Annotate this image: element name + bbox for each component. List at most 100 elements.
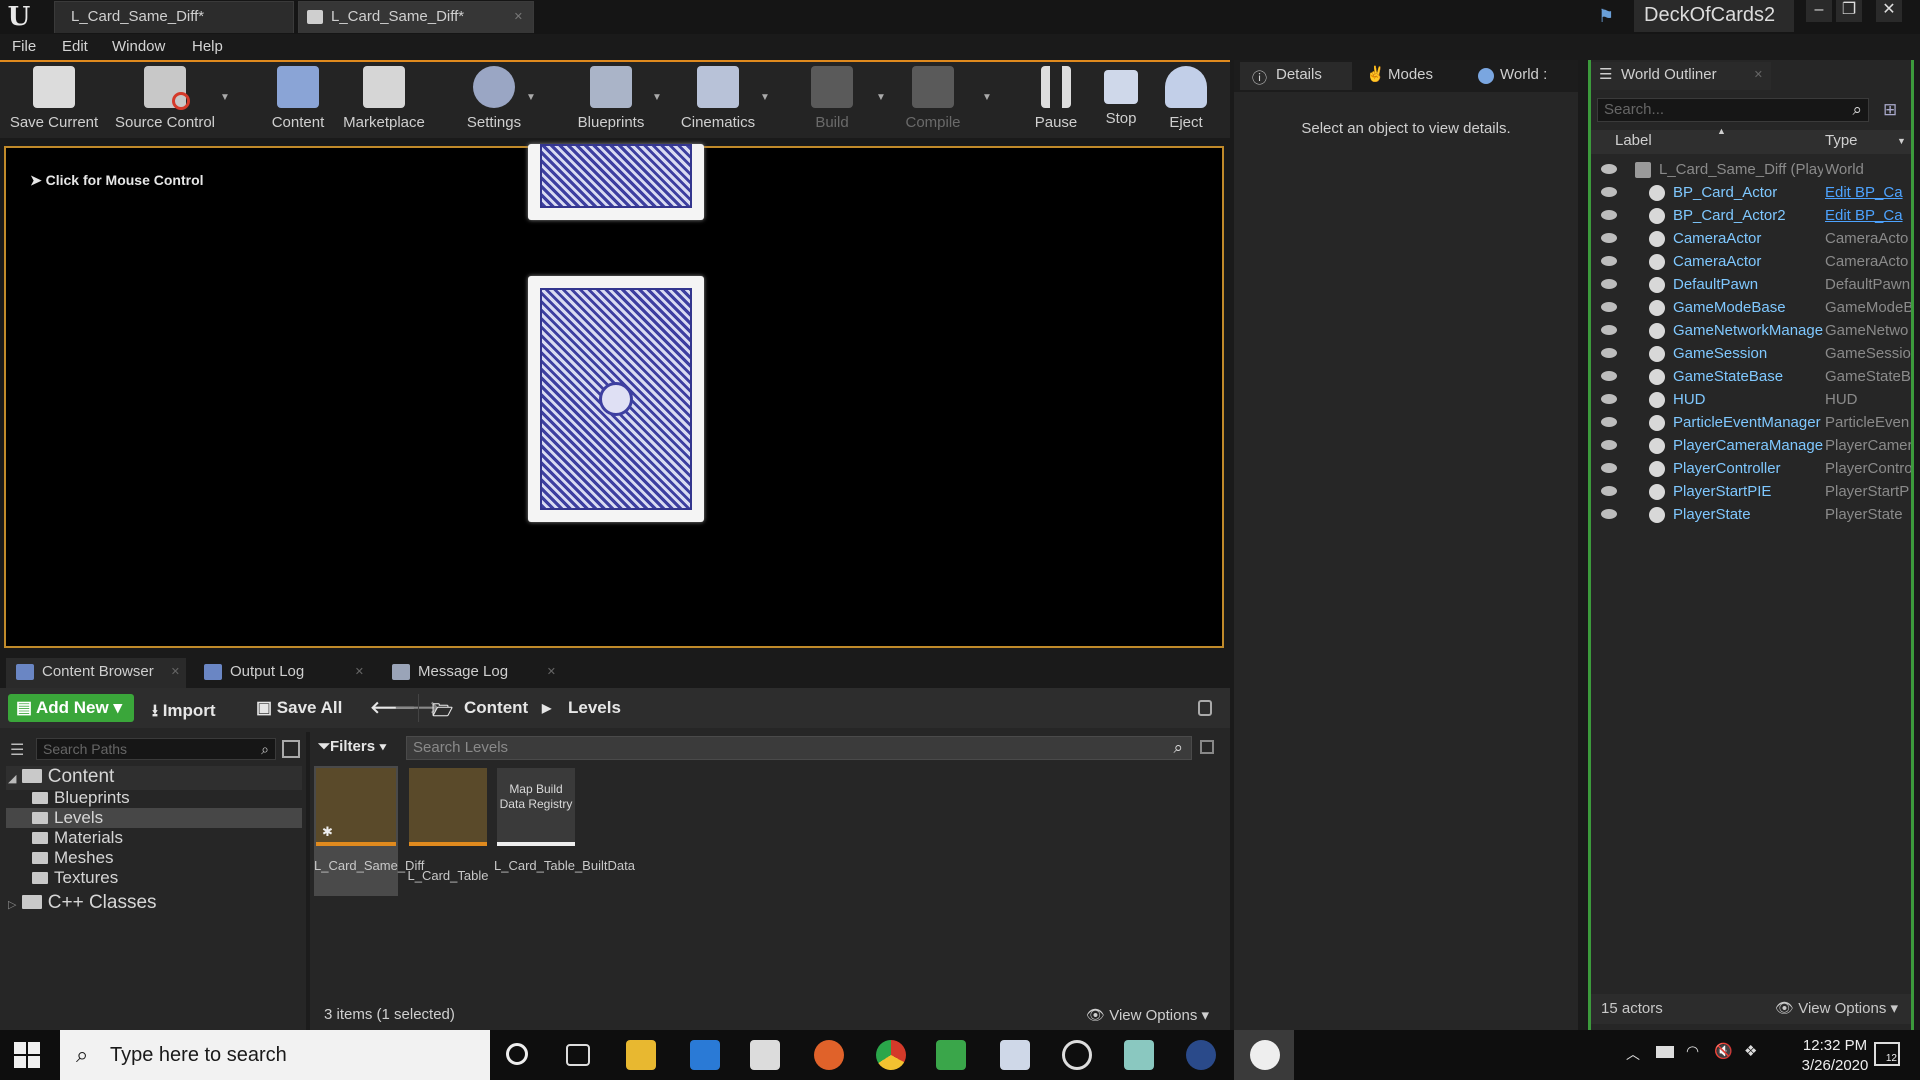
edit-blueprint-link[interactable]: Edit BP_Ca [1825, 204, 1911, 227]
import-button[interactable]: ⭳ Import [152, 698, 216, 727]
outliner-row[interactable]: PlayerState PlayerState [1591, 503, 1911, 526]
unreal-taskbar-item[interactable] [1234, 1030, 1294, 1080]
mouse-control-hint[interactable]: ➤ Click for Mouse Control [30, 172, 204, 189]
stop-button[interactable]: Stop [1094, 66, 1148, 138]
column-label[interactable]: Label [1615, 132, 1652, 149]
outliner-row[interactable]: GameStateBase GameStateB [1591, 365, 1911, 388]
wifi-icon[interactable]: ◠ [1686, 1042, 1699, 1060]
taskbar-search-box[interactable]: ⌕ Type here to search [60, 1030, 490, 1080]
outliner-search-input[interactable]: Search... ⌕ [1597, 98, 1869, 122]
visibility-eye-icon[interactable] [1601, 417, 1617, 427]
task-view-icon[interactable] [566, 1044, 590, 1066]
close-icon[interactable]: ✕ [355, 658, 364, 686]
outliner-row[interactable]: DefaultPawn DefaultPawn [1591, 273, 1911, 296]
settings-dropdown-icon[interactable]: ▼ [526, 92, 536, 103]
mail-icon[interactable] [1000, 1040, 1030, 1070]
outliner-row[interactable]: GameModeBase GameModeB [1591, 296, 1911, 319]
visibility-eye-icon[interactable] [1601, 394, 1617, 404]
path-view-options-icon[interactable] [282, 740, 300, 758]
ubuntu-icon[interactable] [814, 1040, 844, 1070]
visibility-eye-icon[interactable] [1601, 256, 1617, 266]
marketplace-button[interactable]: Marketplace [340, 66, 428, 138]
visibility-eye-icon[interactable] [1601, 210, 1617, 220]
asset-l-card-same-diff[interactable]: ✱ L_Card_Same_Diff [314, 766, 424, 896]
outliner-row[interactable]: BP_Card_Actor2 Edit BP_Ca [1591, 204, 1911, 227]
document-tab-1[interactable]: L_Card_Same_Diff* [54, 1, 294, 33]
outliner-row[interactable]: ParticleEventManager ParticleEven [1591, 411, 1911, 434]
save-search-icon[interactable] [1200, 740, 1214, 754]
blueprints-button[interactable]: Blueprints [570, 66, 652, 138]
tree-item-blueprints[interactable]: Blueprints [32, 788, 130, 808]
tab-content-browser[interactable]: Content Browser ✕ [6, 658, 186, 688]
outliner-row[interactable]: BP_Card_Actor Edit BP_Ca [1591, 181, 1911, 204]
edit-blueprint-link[interactable]: Edit BP_Ca [1825, 181, 1911, 204]
visibility-eye-icon[interactable] [1601, 509, 1617, 519]
chrome-icon[interactable] [876, 1040, 906, 1070]
save-all-button[interactable]: ▣ Save All [256, 698, 342, 718]
tree-item-materials[interactable]: Materials [32, 828, 123, 848]
build-button[interactable]: Build [800, 66, 864, 138]
snipping-tool-icon[interactable] [936, 1040, 966, 1070]
outliner-row[interactable]: HUD HUD [1591, 388, 1911, 411]
visibility-eye-icon[interactable] [1601, 279, 1617, 289]
close-icon[interactable]: ✕ [547, 658, 556, 686]
menu-window[interactable]: Window [112, 38, 165, 55]
outliner-row[interactable]: PlayerController PlayerContro [1591, 457, 1911, 480]
pause-button[interactable]: Pause [1028, 66, 1084, 138]
outliner-row[interactable]: PlayerCameraManage PlayerCamer [1591, 434, 1911, 457]
close-icon[interactable]: ✕ [1754, 62, 1763, 88]
tree-item-cpp-classes[interactable]: ▷ C++ Classes [8, 892, 157, 914]
splitter[interactable] [306, 732, 310, 1030]
tree-item-levels[interactable]: Levels [32, 808, 103, 828]
store-icon[interactable] [750, 1040, 780, 1070]
filters-button[interactable]: ⏷Filters ▾ [318, 738, 398, 760]
outliner-view-options-button[interactable]: 👁 View Options ▾ [1775, 994, 1898, 1024]
breadcrumb-levels[interactable]: Levels [568, 698, 621, 718]
outliner-row[interactable]: PlayerStartPIE PlayerStartP [1591, 480, 1911, 503]
outliner-row[interactable]: CameraActor CameraActo [1591, 227, 1911, 250]
visibility-eye-icon[interactable] [1601, 348, 1617, 358]
visibility-eye-icon[interactable] [1601, 486, 1617, 496]
column-dropdown-icon[interactable]: ▼ [1897, 136, 1906, 146]
cortana-icon[interactable] [506, 1043, 528, 1065]
compile-dropdown-icon[interactable]: ▼ [982, 92, 992, 103]
vr-icon[interactable] [1186, 1040, 1216, 1070]
notification-center-icon[interactable]: 12 [1874, 1042, 1900, 1066]
save-current-button[interactable]: Save Current [6, 66, 102, 138]
minimize-button[interactable]: – [1806, 0, 1832, 22]
menu-file[interactable]: File [12, 38, 36, 55]
close-icon[interactable]: ✕ [171, 658, 180, 686]
breadcrumb-content[interactable]: Content [464, 698, 528, 718]
search-levels-input[interactable]: Search Levels ⌕ [406, 736, 1192, 760]
asset-l-card-table[interactable]: L_Card_Table [406, 766, 490, 883]
source-control-dropdown-icon[interactable]: ▼ [220, 92, 230, 103]
chevron-up-icon[interactable]: ︿ [1626, 1044, 1640, 1064]
lock-icon[interactable] [1198, 700, 1212, 716]
maximize-button[interactable]: ❐ [1836, 0, 1862, 22]
outliner-row[interactable]: GameNetworkManage GameNetwo [1591, 319, 1911, 342]
visibility-eye-icon[interactable] [1601, 463, 1617, 473]
visibility-eye-icon[interactable] [1601, 187, 1617, 197]
menu-edit[interactable]: Edit [62, 38, 88, 55]
close-icon[interactable]: ✕ [514, 2, 523, 32]
blueprints-dropdown-icon[interactable]: ▼ [652, 92, 662, 103]
tree-item-meshes[interactable]: Meshes [32, 848, 114, 868]
tree-item-content[interactable]: ◢ Content [8, 766, 114, 788]
compile-button[interactable]: Compile [898, 66, 968, 138]
column-type[interactable]: Type [1825, 132, 1858, 149]
obs-icon[interactable] [1062, 1040, 1092, 1070]
visibility-eye-icon[interactable] [1601, 325, 1617, 335]
cinematics-button[interactable]: Cinematics [674, 66, 762, 138]
cinematics-dropdown-icon[interactable]: ▼ [760, 92, 770, 103]
vscode-icon[interactable] [690, 1040, 720, 1070]
tab-message-log[interactable]: Message Log ✕ [382, 658, 562, 688]
tab-world-settings[interactable]: World : [1466, 62, 1566, 90]
source-control-button[interactable]: Source Control [110, 66, 220, 138]
add-folder-icon[interactable]: ⊞ [1883, 100, 1897, 120]
app-icon[interactable] [1124, 1040, 1154, 1070]
visibility-eye-icon[interactable] [1601, 440, 1617, 450]
file-explorer-icon[interactable] [626, 1040, 656, 1070]
outliner-row[interactable]: CameraActor CameraActo [1591, 250, 1911, 273]
search-paths-input[interactable]: Search Paths ⌕ [36, 738, 276, 760]
tab-world-outliner[interactable]: ☰ World Outliner ✕ [1591, 62, 1771, 90]
